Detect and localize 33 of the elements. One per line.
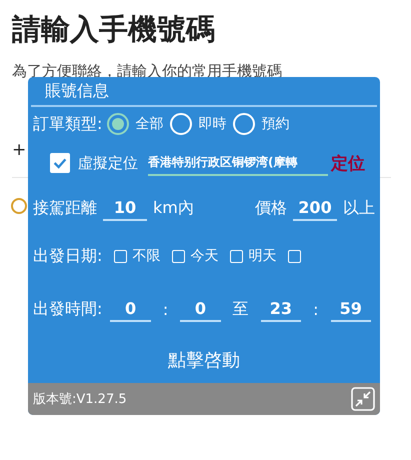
- order-type-option[interactable]: 預約: [233, 113, 290, 135]
- phone-prefix: +: [12, 140, 26, 160]
- virtual-location-label: 虛擬定位: [78, 154, 138, 172]
- distance-field[interactable]: 10: [103, 196, 147, 220]
- order-type-label: 訂單類型:: [33, 114, 102, 134]
- minute-field[interactable]: 59: [330, 296, 371, 322]
- panel-title: 賬號信息: [31, 77, 377, 107]
- distance-unit: km內: [153, 198, 194, 218]
- locate-button[interactable]: 定位: [331, 152, 365, 174]
- hour-field[interactable]: 0: [110, 296, 151, 322]
- date-option[interactable]: 不限: [114, 247, 160, 265]
- virtual-location-checkbox[interactable]: [50, 153, 70, 173]
- hour-field[interactable]: 23: [260, 296, 302, 322]
- collapse-icon[interactable]: [351, 387, 375, 411]
- date-label: 出發日期:: [33, 246, 102, 266]
- order-type-option[interactable]: 即時: [170, 113, 226, 135]
- date-option[interactable]: 明天: [230, 247, 276, 265]
- price-label: 價格: [255, 198, 287, 218]
- price-unit: 以上: [343, 198, 375, 218]
- version-text: 版本號:V1.27.5: [33, 391, 127, 408]
- page-title: 請輸入手機號碼: [12, 11, 215, 48]
- distance-label: 接駕距離: [33, 198, 97, 218]
- time-separator: :: [162, 300, 168, 318]
- order-type-option[interactable]: 全部: [107, 113, 164, 135]
- range-label: 至: [232, 298, 249, 320]
- date-option[interactable]: 今天: [172, 247, 218, 265]
- time-label: 出發時間:: [33, 298, 102, 320]
- time-separator: :: [313, 300, 319, 318]
- date-option[interactable]: [288, 250, 302, 262]
- start-button[interactable]: 點擊啓動: [158, 344, 250, 376]
- location-field[interactable]: 香港特别行政区铜锣湾(摩轉: [148, 150, 328, 176]
- minute-field[interactable]: 0: [180, 296, 221, 322]
- price-field[interactable]: 200: [293, 196, 337, 220]
